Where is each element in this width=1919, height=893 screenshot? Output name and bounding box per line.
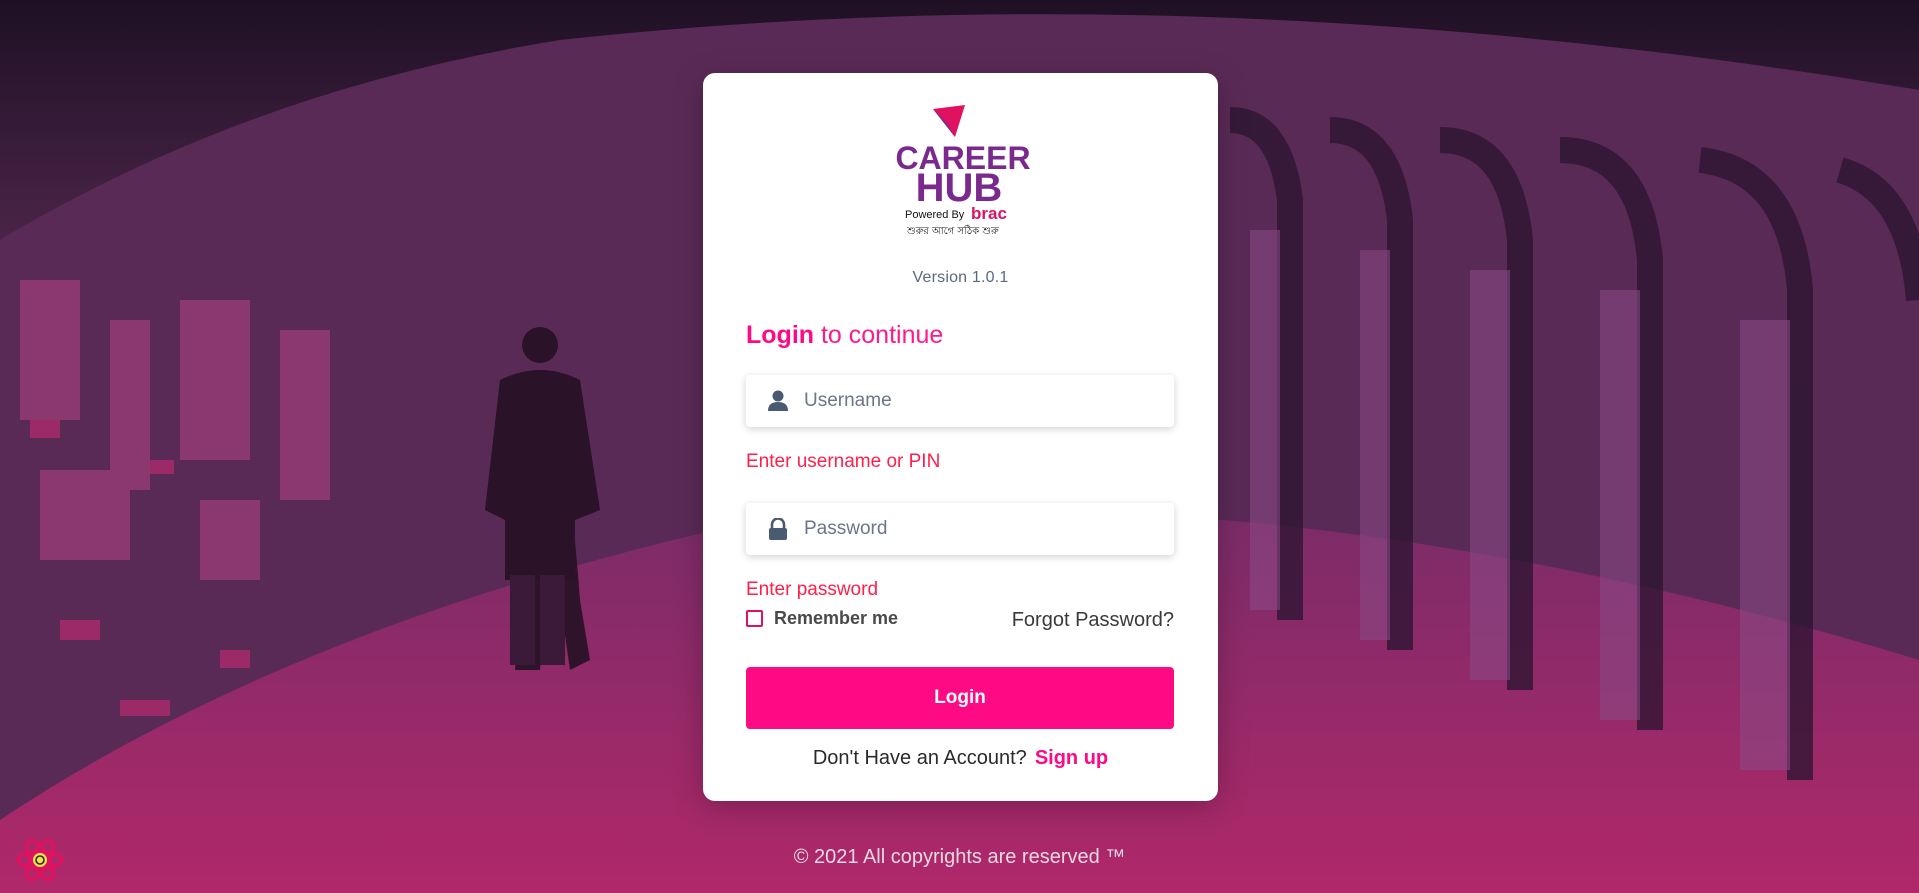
logo-tagline: শুরুর আগে সঠিক শুরু xyxy=(906,224,999,237)
careerhub-logo: CAREER HUB Powered By brac শুরুর আগে সঠি… xyxy=(893,101,1033,241)
remember-checkbox[interactable] xyxy=(746,610,763,627)
remember-me[interactable]: Remember me xyxy=(746,608,898,629)
copyright-footer: © 2021 All copyrights are reserved ™ xyxy=(793,846,1126,868)
lock-icon xyxy=(766,517,790,541)
signup-link[interactable]: Sign up xyxy=(1035,747,1108,769)
react-icon[interactable] xyxy=(14,834,66,886)
login-button[interactable]: Login xyxy=(746,667,1174,729)
password-error: Enter password xyxy=(746,579,879,600)
forgot-password-link[interactable]: Forgot Password? xyxy=(1012,609,1174,632)
password-field[interactable] xyxy=(746,503,1174,555)
app-version: Version 1.0.1 xyxy=(912,269,1009,286)
password-input[interactable] xyxy=(804,518,1154,540)
login-heading: Login to continue xyxy=(746,321,943,350)
signup-row: Don't Have an Account? Sign up xyxy=(703,747,1218,770)
username-error: Enter username or PIN xyxy=(746,451,941,472)
login-heading-rest: to continue xyxy=(814,321,944,349)
logo-brac: brac xyxy=(971,204,1007,223)
user-icon xyxy=(766,389,790,413)
logo-powered-by: Powered By xyxy=(905,209,965,221)
login-card: CAREER HUB Powered By brac শুরুর আগে সঠি… xyxy=(703,73,1218,801)
remember-label[interactable]: Remember me xyxy=(774,608,898,629)
username-input[interactable] xyxy=(804,390,1154,412)
username-field[interactable] xyxy=(746,375,1174,427)
login-heading-strong: Login xyxy=(746,321,815,349)
signup-prompt: Don't Have an Account? xyxy=(812,747,1027,769)
